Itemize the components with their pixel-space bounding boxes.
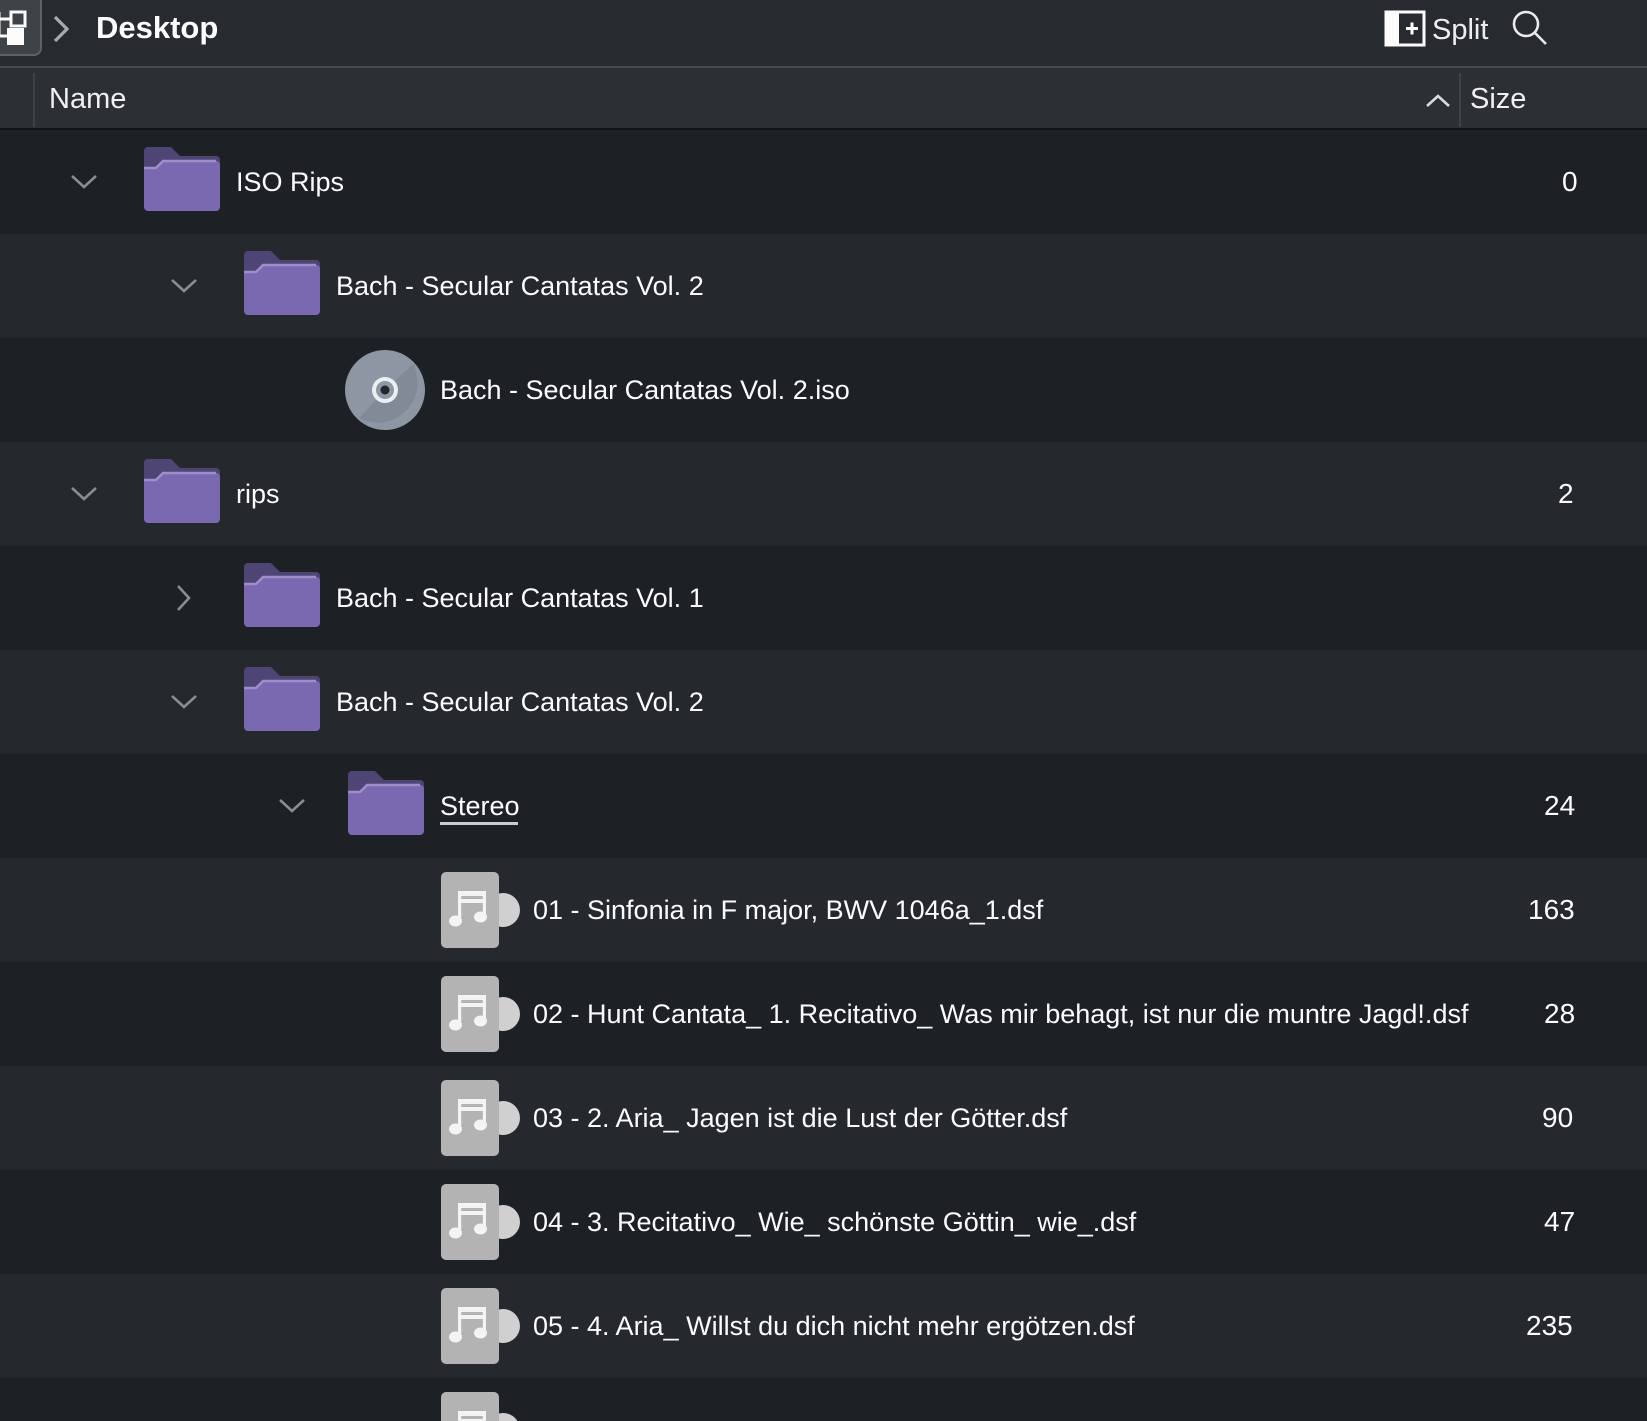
table-row[interactable]: 02 - Hunt Cantata_ 1. Recitativo_ Was mi…: [0, 962, 1647, 1066]
header-separator[interactable]: [1459, 73, 1461, 127]
item-label[interactable]: Stereo: [440, 754, 520, 858]
audio-file-icon[interactable]: [441, 1080, 521, 1161]
item-size: 24: [1544, 754, 1575, 858]
table-row[interactable]: Bach - Secular Cantatas Vol. 1: [0, 546, 1647, 650]
tree-view-button[interactable]: [0, 0, 42, 56]
table-row[interactable]: Bach - Secular Cantatas Vol. 2: [0, 650, 1647, 754]
folder-icon[interactable]: [141, 453, 223, 530]
folder-icon[interactable]: [241, 557, 323, 634]
search-icon: [1510, 35, 1550, 52]
table-row[interactable]: Bach - Secular Cantatas Vol. 2: [0, 234, 1647, 338]
item-label[interactable]: 04 - 3. Recitativo_ Wie_ schönste Göttin…: [533, 1170, 1136, 1274]
table-row[interactable]: 05 - 4. Aria_ Willst du dich nicht mehr …: [0, 1274, 1647, 1378]
folder-icon[interactable]: [241, 245, 323, 322]
item-size: 0: [1562, 130, 1578, 234]
table-row[interactable]: ISO Rips 0: [0, 130, 1647, 234]
item-label[interactable]: Bach - Secular Cantatas Vol. 1: [336, 546, 704, 650]
item-label[interactable]: 03 - 2. Aria_ Jagen ist die Lust der Göt…: [533, 1066, 1067, 1170]
file-manager-window: Desktop Split Name: [0, 0, 1647, 1421]
table-row[interactable]: Stereo 24: [0, 754, 1647, 858]
expander-collapse-icon[interactable]: [170, 278, 198, 299]
expander-collapse-icon[interactable]: [70, 486, 98, 507]
split-button-label: Split: [1432, 6, 1488, 54]
item-size: 163: [1528, 858, 1575, 962]
item-label[interactable]: Bach - Secular Cantatas Vol. 2.iso: [440, 338, 850, 442]
table-row[interactable]: 04 - 3. Recitativo_ Wie_ schönste Göttin…: [0, 1170, 1647, 1274]
expander-collapse-icon[interactable]: [278, 798, 306, 819]
table-row[interactable]: Bach - Secular Cantatas Vol. 2.iso: [0, 338, 1647, 442]
item-size: 90: [1542, 1066, 1573, 1170]
toolbar: Desktop Split: [0, 0, 1647, 66]
column-header-name[interactable]: Name: [49, 68, 126, 130]
item-label[interactable]: rips: [236, 442, 280, 546]
item-label[interactable]: 01 - Sinfonia in F major, BWV 1046a_1.ds…: [533, 858, 1043, 962]
item-label[interactable]: 05 - 4. Aria_ Willst du dich nicht mehr …: [533, 1274, 1135, 1378]
header-separator: [33, 73, 35, 127]
item-size: 235: [1526, 1274, 1573, 1378]
item-label[interactable]: 02 - Hunt Cantata_ 1. Recitativo_ Was mi…: [533, 962, 1468, 1066]
audio-file-icon[interactable]: [441, 1392, 521, 1421]
item-size: 2: [1558, 442, 1574, 546]
audio-file-icon[interactable]: [441, 1184, 521, 1265]
item-size: 47: [1544, 1170, 1575, 1274]
audio-file-icon[interactable]: [441, 976, 521, 1057]
folder-icon[interactable]: [241, 661, 323, 738]
column-header-size[interactable]: Size: [1470, 68, 1526, 130]
sort-ascending-icon: [1424, 93, 1452, 114]
item-label[interactable]: Bach - Secular Cantatas Vol. 2: [336, 234, 704, 338]
table-row[interactable]: [0, 1378, 1647, 1421]
audio-file-icon[interactable]: [441, 1288, 521, 1369]
item-size: 28: [1544, 962, 1575, 1066]
item-label[interactable]: ISO Rips: [236, 130, 344, 234]
expander-expand-icon[interactable]: [176, 584, 192, 617]
breadcrumb-chevron-icon: [50, 11, 72, 52]
expander-collapse-icon[interactable]: [170, 694, 198, 715]
disc-image-icon[interactable]: [345, 350, 425, 435]
expander-collapse-icon[interactable]: [70, 174, 98, 195]
search-button[interactable]: [1510, 8, 1550, 48]
audio-file-icon[interactable]: [441, 872, 521, 953]
item-label[interactable]: Bach - Secular Cantatas Vol. 2: [336, 650, 704, 754]
breadcrumb-location[interactable]: Desktop: [96, 0, 218, 60]
table-row[interactable]: 03 - 2. Aria_ Jagen ist die Lust der Göt…: [0, 1066, 1647, 1170]
hover-underline: [440, 822, 518, 825]
column-header: Name Size: [0, 66, 1647, 130]
table-row[interactable]: 01 - Sinfonia in F major, BWV 1046a_1.ds…: [0, 858, 1647, 962]
folder-icon[interactable]: [141, 141, 223, 218]
table-row[interactable]: rips 2: [0, 442, 1647, 546]
folder-icon[interactable]: [345, 765, 427, 842]
